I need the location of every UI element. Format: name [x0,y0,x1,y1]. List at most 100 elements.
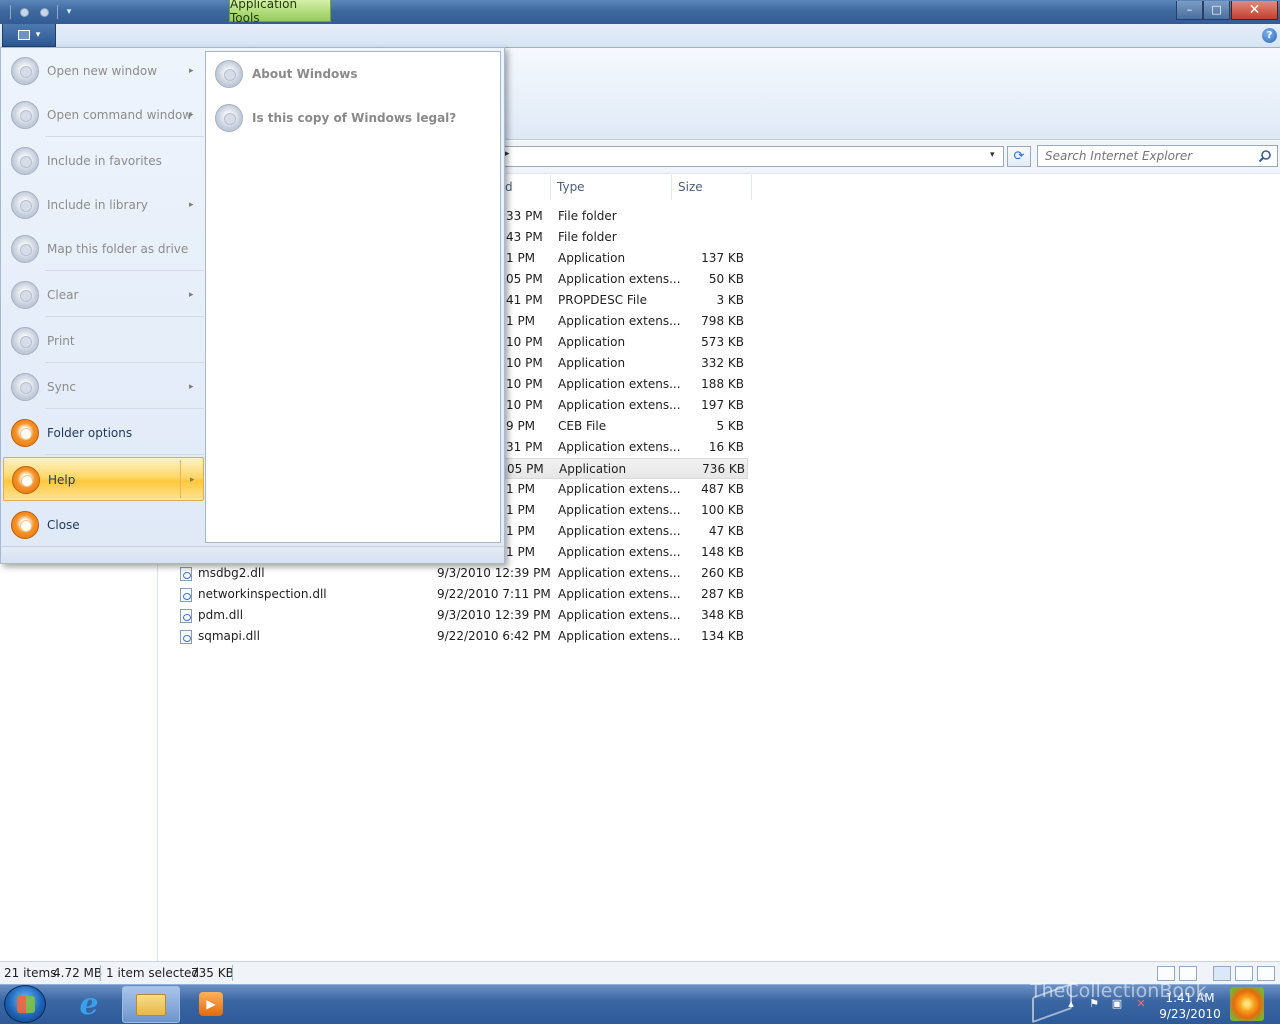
menu-item-include-in-library[interactable]: Include in library ▸ [3,183,204,227]
submenu-arrow-icon[interactable]: ▸ [190,475,195,485]
internet-explorer-icon: e [79,986,99,1022]
file-type: Application extens... [558,503,681,517]
user-picture-icon[interactable] [1230,987,1264,1021]
file-size [684,227,744,248]
table-row[interactable]: networkinspection.dll 9/22/2010 7:11 PM Ap… [176,584,748,605]
start-button[interactable] [4,985,46,1023]
help-icon [12,466,40,494]
is-this-copy-of-windows-legal-icon [215,104,243,132]
clock-time: 1:41 AM [1165,991,1215,1005]
layout-pane-icon[interactable] [1213,966,1231,981]
column-header-type[interactable]: Type [551,175,672,200]
menu-item-folder-options[interactable]: Folder options [3,411,204,455]
submenu-item-is-this-copy-of-windows-legal[interactable]: Is this copy of Windows legal? [212,98,496,138]
file-date: 1 PM [506,251,536,265]
file-size: 47 KB [708,524,744,538]
open-command-window-icon [11,101,39,129]
file-type: CEB File [558,419,607,433]
include-in-favorites-icon [11,147,39,175]
submenu-arrow-icon[interactable]: ▸ [189,110,194,120]
menu-item-label: Print [47,334,75,348]
file-date: 1 PM [506,545,536,559]
thumbnail-view-icon[interactable] [1179,966,1197,981]
menu-item-label: Sync [47,380,76,394]
help-icon[interactable]: ? [1262,28,1277,43]
volume-muted-icon[interactable]: ✕ [1134,996,1148,1010]
file-type: Application [558,356,626,370]
submenu-arrow-icon[interactable]: ▸ [189,200,194,210]
menu-item-map-this-folder-as-drive[interactable]: Map this folder as drive [3,227,204,271]
table-row-selected[interactable]: 05 PM Application 736 KB [492,458,748,479]
menu-item-close[interactable]: Close [3,503,204,547]
menu-item-label: Include in favorites [47,154,162,168]
menu-item-open-command-window[interactable]: Open command window ▸ [3,93,204,137]
file-size: 148 KB [701,545,744,559]
maximize-button[interactable]: □ [1203,0,1230,20]
file-type: File folder [558,209,617,223]
taskbar-internet-explorer[interactable]: e [62,986,116,1022]
dll-file-icon [180,609,192,623]
file-size: 137 KB [701,251,744,265]
search-input[interactable] [1037,145,1278,167]
submenu-arrow-icon[interactable]: ▸ [189,382,194,392]
qat-button-2[interactable] [35,4,53,20]
system-clock[interactable]: 1:41 AM 9/23/2010 [1150,990,1230,1022]
file-size: 287 KB [701,587,744,601]
table-row[interactable]: pdm.dll 9/3/2010 12:39 PM Application exte… [176,605,748,626]
application-tools-tab[interactable]: Application Tools [229,0,331,25]
refresh-button[interactable]: ⟳ [1007,146,1031,167]
qat-button-1[interactable] [15,4,33,20]
menu-item-help[interactable]: Help ▸ [3,457,204,501]
file-size: 3 KB [716,293,744,307]
network-icon[interactable]: ▣ [1110,996,1124,1010]
taskbar-windows-explorer[interactable] [122,986,180,1023]
submenu-arrow-icon[interactable]: ▸ [189,66,194,76]
column-header-size[interactable]: Size [672,175,752,200]
details-view-icon[interactable] [1157,966,1175,981]
breadcrumb-chevron-icon[interactable]: ▸ [505,149,510,159]
search-icon[interactable] [1258,149,1272,163]
taskbar-media-player[interactable]: ▶ [184,986,238,1022]
file-date: 43 PM [506,230,543,244]
menu-item-open-new-window[interactable]: Open new window ▸ [3,49,204,93]
file-date: 33 PM [506,209,543,223]
application-menu-button[interactable]: ▾ [2,24,56,47]
column-header-date[interactable]: d [499,175,551,200]
file-date: 9/22/2010 6:42 PM [437,629,551,643]
status-total-size: 4.72 MB [53,966,103,980]
menu-item-label: Folder options [47,426,133,440]
file-size: 134 KB [701,629,744,643]
close-window-button[interactable]: ✕ [1231,0,1278,20]
file-name: msdbg2.dll [198,566,265,580]
file-size: 798 KB [701,314,744,328]
submenu-item-about-windows[interactable]: About Windows [212,54,496,94]
qat-dropdown-icon[interactable]: ▾ [62,7,76,17]
menu-item-label: Open command window [47,108,193,122]
menu-item-print[interactable]: Print [3,319,204,363]
menu-item-include-in-favorites[interactable]: Include in favorites [3,139,204,183]
menu-item-sync[interactable]: Sync ▸ [3,365,204,409]
menu-item-clear[interactable]: Clear ▸ [3,273,204,317]
table-row[interactable]: msdbg2.dll 9/3/2010 12:39 PM Application e… [176,563,748,584]
preview-pane-icon[interactable] [1235,966,1253,981]
submenu-item-label: About Windows [252,67,358,81]
map-this-folder-as-drive-icon [11,235,39,263]
file-size [684,206,744,227]
address-dropdown-icon[interactable]: ▾ [990,150,995,160]
file-date: 31 PM [506,440,543,454]
minimize-button[interactable]: – [1176,0,1203,20]
show-hidden-icons-icon[interactable]: ▴ [1064,996,1078,1010]
quick-access-toolbar: ▾ [8,3,76,21]
submenu-arrow-icon[interactable]: ▸ [189,290,194,300]
table-row[interactable]: sqmapi.dll 9/22/2010 6:42 PM Application e… [176,626,748,647]
menu-item-label: Help [48,473,76,487]
file-type: Application extens... [558,272,681,286]
action-center-flag-icon[interactable]: ⚑ [1087,996,1101,1010]
details-pane-icon[interactable] [1257,966,1275,981]
file-size: 487 KB [701,482,744,496]
status-item-count: 21 items [4,966,57,980]
file-date: 10 PM [506,356,543,370]
status-selection-size: 735 KB [191,966,234,980]
file-type: Application extens... [558,398,681,412]
address-field[interactable] [498,146,1004,167]
